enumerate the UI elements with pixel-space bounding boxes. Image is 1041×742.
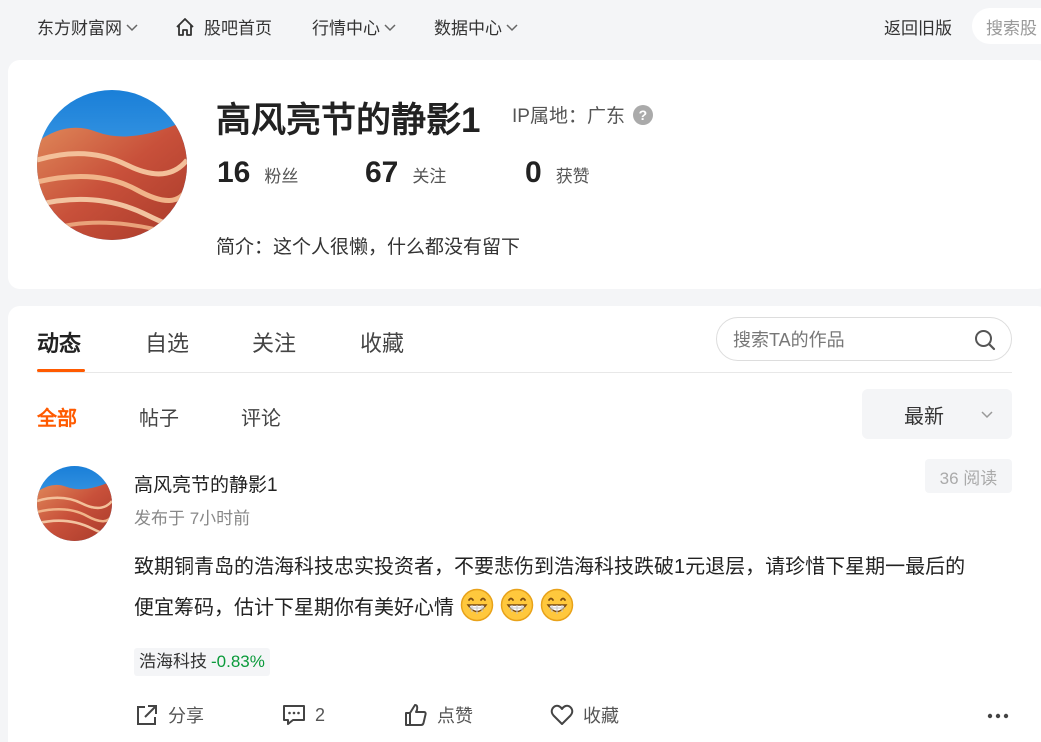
stock-change: -0.83% — [211, 652, 265, 671]
chevron-down-icon — [980, 407, 994, 421]
top-search-placeholder: 搜索股 — [986, 18, 1037, 38]
profile-username: 高风亮节的静影1 — [216, 101, 481, 140]
top-search-input[interactable]: 搜索股 — [972, 8, 1041, 44]
post-avatar[interactable] — [37, 466, 112, 541]
following-count: 67 — [365, 156, 399, 189]
home-link-label: 股吧首页 — [204, 19, 272, 38]
stock-name: 浩海科技 — [139, 652, 207, 671]
comment-count: 2 — [315, 704, 326, 725]
ta-search-placeholder: 搜索TA的作品 — [733, 330, 845, 350]
market-menu-label: 行情中心 — [312, 19, 380, 38]
ta-search-input[interactable]: 搜索TA的作品 — [716, 317, 1012, 361]
content-card: 动态 自选 关注 收藏 搜索TA的作品 全部 帖子 评论 最新 高风亮节的静影1… — [8, 306, 1041, 742]
stock-tag[interactable]: 浩海科技 -0.83% — [134, 648, 270, 676]
likes-count: 0 — [525, 156, 542, 189]
likes-stat: 0 获赞 — [525, 156, 590, 190]
more-icon[interactable] — [986, 706, 1010, 726]
chevron-down-icon — [125, 20, 139, 34]
heart-icon — [550, 704, 574, 725]
tab-following[interactable]: 关注 — [252, 326, 296, 358]
help-icon[interactable]: ? — [632, 104, 653, 125]
share-label: 分享 — [168, 706, 204, 726]
share-button[interactable]: 分享 — [134, 702, 204, 728]
post-body[interactable]: 致期铜青岛的浩海科技忠实投资者，不要悲伤到浩海科技跌破1元退层，请珍惜下星期一最… — [134, 547, 1019, 629]
avatar[interactable] — [37, 90, 187, 240]
following-stat[interactable]: 67 关注 — [365, 156, 446, 190]
likes-label: 获赞 — [555, 167, 590, 186]
like-label: 点赞 — [437, 706, 473, 726]
post-body-line-2: 便宜筹码，估计下星期你有美好心情 — [134, 588, 1019, 629]
post-body-line: 致期铜青岛的浩海科技忠实投资者，不要悲伤到浩海科技跌破1元退层，请珍惜下星期一最… — [134, 556, 966, 578]
share-icon — [137, 705, 157, 725]
post-body-text: 便宜筹码，估计下星期你有美好心情 — [134, 597, 454, 619]
grin-emoji-icon — [460, 588, 494, 622]
tab-activity[interactable]: 动态 — [37, 326, 81, 358]
grin-emoji-icon — [500, 588, 534, 622]
top-nav: 东方财富网 股吧首页 行情中心 数据中心 返回旧版 搜索股 — [0, 0, 1041, 54]
ip-location-label: IP属地：广东 — [512, 106, 625, 127]
profile-bio: 简介：这个人很懒，什么都没有留下 — [216, 237, 521, 258]
subtab-comments[interactable]: 评论 — [241, 402, 281, 431]
sort-select[interactable]: 最新 — [862, 389, 1012, 439]
data-menu[interactable]: 数据中心 — [434, 14, 519, 39]
thumbs-up-icon — [405, 704, 427, 726]
grin-emoji-icon — [540, 588, 574, 622]
comment-button[interactable]: 2 — [281, 702, 325, 728]
like-button[interactable]: 点赞 — [403, 702, 473, 728]
home-link[interactable]: 股吧首页 — [174, 14, 272, 39]
post-author[interactable]: 高风亮节的静影1 — [134, 470, 278, 497]
sort-select-label: 最新 — [904, 405, 944, 428]
tab-watchlist[interactable]: 自选 — [145, 326, 189, 358]
favorite-button[interactable]: 收藏 — [549, 702, 619, 728]
comment-icon — [283, 705, 305, 725]
data-menu-label: 数据中心 — [434, 19, 502, 38]
favorite-label: 收藏 — [583, 706, 619, 726]
market-menu[interactable]: 行情中心 — [312, 14, 397, 39]
profile-card: 高风亮节的静影1 IP属地：广东 ? 16 粉丝 67 关注 0 获赞 简介：这… — [8, 60, 1041, 289]
home-icon — [174, 16, 196, 38]
read-count-badge: 36 阅读 — [925, 459, 1012, 493]
subtab-all[interactable]: 全部 — [37, 402, 77, 431]
followers-count: 16 — [217, 156, 251, 189]
followers-stat[interactable]: 16 粉丝 — [217, 156, 298, 190]
post-time: 发布于 7小时前 — [134, 509, 251, 528]
chevron-down-icon — [505, 20, 519, 34]
subtab-posts[interactable]: 帖子 — [139, 402, 179, 431]
old-version-link[interactable]: 返回旧版 — [884, 14, 952, 39]
tab-divider — [37, 372, 1012, 373]
tab-favorites[interactable]: 收藏 — [360, 326, 404, 358]
following-label: 关注 — [412, 167, 447, 186]
search-icon[interactable] — [973, 328, 997, 352]
site-menu-label: 东方财富网 — [37, 19, 122, 38]
ip-location: IP属地：广东 ? — [512, 101, 653, 128]
site-menu[interactable]: 东方财富网 — [37, 14, 139, 39]
chevron-down-icon — [383, 20, 397, 34]
followers-label: 粉丝 — [264, 167, 299, 186]
